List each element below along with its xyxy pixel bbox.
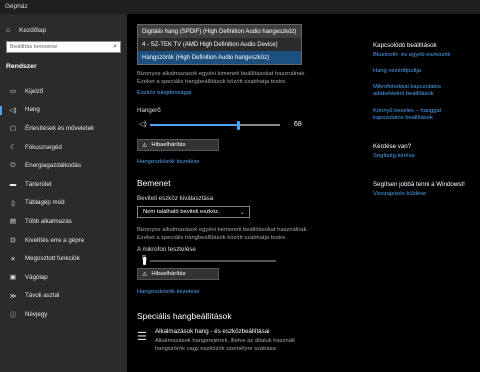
window-title: Gépház	[5, 3, 28, 10]
warning-icon: ⚠	[142, 142, 148, 149]
input-device-select[interactable]: Nem található beviteli eszköz. ⌄	[137, 206, 250, 218]
chevron-down-icon: ⌄	[239, 209, 245, 216]
speaker-icon: ◁)	[9, 106, 17, 114]
input-description: Bizonyos alkalmazások egyéni bemeneti be…	[137, 227, 309, 241]
dropdown-option[interactable]: Digitális hang (SPDIF) (High Definition …	[138, 25, 301, 38]
output-description: Bizonyos alkalmazások egyéni kimeneti be…	[137, 71, 306, 85]
sidebar-item-label: Tárterület	[25, 180, 52, 188]
dropdown-option-selected[interactable]: Hangszórók (High Definition Audio hanges…	[138, 51, 301, 64]
sidebar-item-label: Névjegy	[25, 310, 48, 318]
sidebar-item-storage[interactable]: ▬ Tárterület	[0, 175, 127, 194]
power-icon: ⏻	[10, 161, 16, 169]
improve-windows-title: Segítsen jobbá tenni a Windowst!	[373, 181, 465, 188]
advanced-heading: Speciális hangbeállítások	[137, 311, 232, 321]
manage-input-devices-link[interactable]: Hangeszközök kezelése	[137, 289, 200, 295]
input-heading: Bemenet	[137, 178, 171, 188]
search-input[interactable]: Beállítás keresése ⌕	[6, 41, 121, 53]
sidebar-item-multitask[interactable]: ▤ Több alkalmazás	[0, 212, 127, 231]
sidebar-home[interactable]: ⌂ Kezdőlap	[6, 25, 46, 35]
display-icon: ▭	[9, 88, 17, 96]
volume-value: 68	[294, 121, 302, 128]
output-device-dropdown[interactable]: Digitális hang (SPDIF) (High Definition …	[137, 24, 302, 65]
manage-output-devices-link[interactable]: Hangeszközök kezelése	[137, 159, 200, 165]
feedback-link[interactable]: Visszajelzés küldése	[373, 191, 426, 198]
mic-level-indicator	[143, 257, 146, 265]
storage-icon: ▬	[9, 180, 17, 188]
sidebar-item-label: Kijelző	[25, 87, 44, 95]
title-bar: Gépház	[0, 0, 480, 14]
sidebar-nav: ▭ Kijelző ◁) Hang ▢ Értesítések és művelete…	[0, 82, 127, 324]
sidebar-item-focus[interactable]: ☾ Fókuszsegéd	[0, 138, 127, 157]
sidebar-item-label: Több alkalmazás	[25, 217, 72, 225]
sidebar-item-remote[interactable]: ≫ Távoli asztal	[0, 287, 127, 306]
share-icon: ✕	[10, 255, 16, 263]
project-icon: ⊡	[10, 237, 16, 245]
question-title: Kérdése van?	[373, 143, 412, 150]
warning-icon: ⚠	[142, 271, 148, 278]
volume-label: Hangerő	[137, 107, 161, 114]
info-icon: ⓘ	[9, 312, 17, 320]
button-label: Hibaelhárítás	[151, 142, 186, 148]
sidebar-item-label: Távoli asztal	[25, 292, 60, 300]
sidebar-item-label: Táblagép mód	[25, 199, 65, 207]
notification-icon: ▢	[9, 125, 17, 133]
tablet-icon: ▯	[11, 199, 15, 207]
related-link-ease-of-access[interactable]: Könnyű kezelés – hanggal kapcsolatos beá…	[373, 108, 473, 122]
sidebar-item-tablet[interactable]: ▯ Táblagép mód	[0, 194, 127, 213]
input-device-label: Beviteli eszköz kiválasztása	[137, 195, 214, 202]
input-troubleshoot-button[interactable]: ⚠ Hibaelhárítás	[137, 268, 219, 280]
app-volume-link[interactable]: Alkalmazások hang - és eszközbeállításai	[155, 328, 270, 335]
sidebar-item-label: Hang	[25, 106, 40, 114]
related-link-mic-privacy[interactable]: Mikrofonokkal kapcsolatos adatvédelmi be…	[373, 84, 473, 98]
device-properties-link[interactable]: Eszköz tulajdonságai	[137, 90, 191, 96]
clipboard-icon: ▣	[9, 274, 17, 282]
sidebar-item-notifications[interactable]: ▢ Értesítések és műveletek	[0, 119, 127, 138]
related-settings-title: Kapcsolódó beállítások	[373, 42, 437, 49]
sidebar-item-label: Kivetítés erre a gépre	[25, 236, 85, 244]
sidebar-item-label: Fókuszsegéd	[25, 143, 62, 151]
sidebar-item-display[interactable]: ▭ Kijelző	[0, 82, 127, 101]
search-placeholder: Beállítás keresése	[10, 44, 58, 50]
remote-icon: ≫	[9, 292, 17, 300]
sidebar: ⌂ Kezdőlap Beállítás keresése ⌕ Rendszer…	[0, 14, 127, 372]
output-troubleshoot-button[interactable]: ⚠ Hibaelhárítás	[137, 139, 219, 151]
sidebar-item-label: Értesítések és műveletek	[25, 124, 95, 132]
sidebar-item-label: Megosztott funkciók	[25, 255, 80, 263]
home-icon: ⌂	[6, 26, 11, 34]
sidebar-item-about[interactable]: ⓘ Névjegy	[0, 305, 127, 324]
sidebar-item-sound[interactable]: ◁) Hang	[0, 101, 127, 120]
speaker-volume-icon[interactable]: ◁)	[139, 120, 147, 128]
sidebar-section-title: Rendszer	[6, 63, 37, 70]
sidebar-item-share[interactable]: ✕ Megosztott funkciók	[0, 249, 127, 268]
sidebar-item-label: Vágólap	[25, 273, 48, 281]
volume-slider-thumb[interactable]	[236, 121, 240, 130]
moon-icon: ☾	[10, 144, 16, 152]
related-link-sound-control-panel[interactable]: Hang vezérlőpultja	[373, 68, 473, 75]
sidebar-item-clipboard[interactable]: ▣ Vágólap	[0, 268, 127, 287]
get-help-link[interactable]: Segítség kérése	[373, 153, 415, 160]
volume-slider-fill	[150, 124, 239, 126]
sidebar-item-label: Energiagazdálkodás	[25, 162, 82, 170]
sidebar-item-project[interactable]: ⊡ Kivetítés erre a gépre	[0, 231, 127, 250]
mic-level-bar	[150, 260, 276, 262]
dropdown-option[interactable]: 4 - SZ-TEK TV (AMD High Definition Audio…	[138, 38, 301, 51]
mic-test-label: A mikrofon tesztelése	[137, 246, 196, 253]
search-icon[interactable]: ⌕	[113, 43, 117, 51]
related-link-bluetooth[interactable]: Bluetooth- és egyéb eszközök	[373, 52, 473, 59]
app-volume-description: Alkalmazások hangerejének, illetve az ál…	[155, 338, 295, 352]
app-volume-icon: ☰	[137, 331, 147, 343]
input-device-value: Nem található beviteli eszköz.	[143, 209, 220, 215]
button-label: Hibaelhárítás	[151, 271, 186, 277]
home-label: Kezdőlap	[19, 26, 47, 34]
multitask-icon: ▤	[9, 218, 17, 226]
sidebar-item-power[interactable]: ⏻ Energiagazdálkodás	[0, 156, 127, 175]
